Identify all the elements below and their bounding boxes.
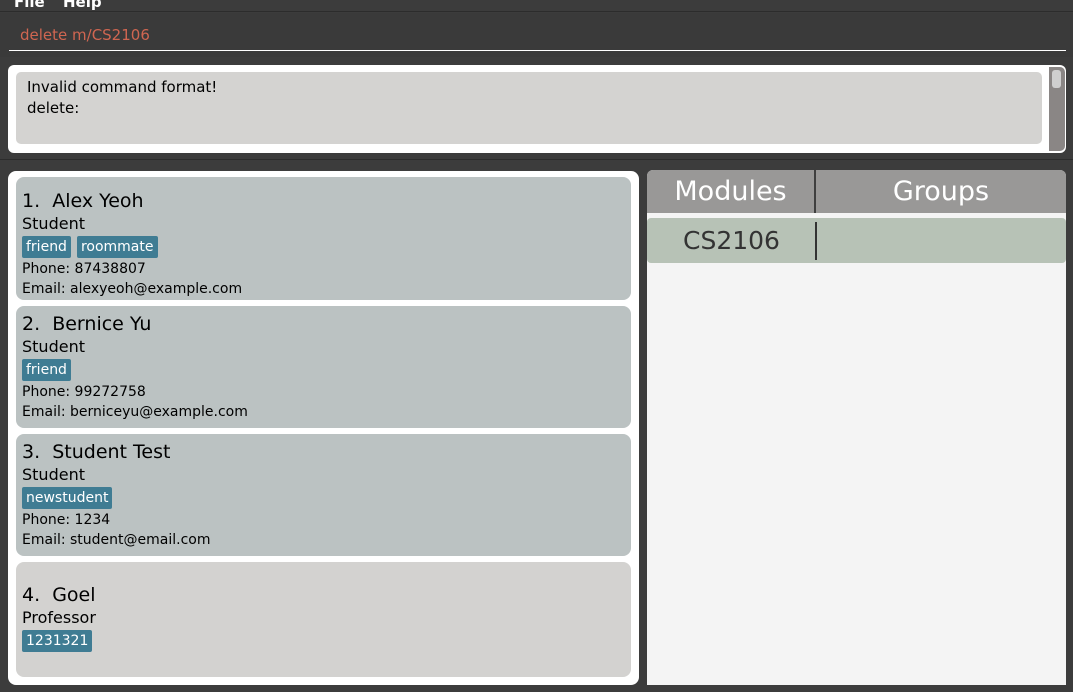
tag: roommate (76, 236, 158, 258)
column-header-modules[interactable]: Modules (647, 170, 816, 213)
tag-row: friend roommate (22, 235, 631, 259)
divider (0, 159, 1073, 160)
command-box (0, 13, 1073, 57)
tag: friend (22, 359, 71, 381)
result-line-2: delete: (27, 99, 80, 117)
tag: friend (22, 236, 71, 258)
result-line-1: Invalid command format! (27, 78, 218, 96)
module-cell: CS2106 (683, 226, 780, 255)
person-card[interactable]: 3. Student Test Student newstudent Phone… (16, 434, 631, 556)
tag-row: friend (22, 358, 631, 382)
person-email: Email: student@email.com (22, 532, 211, 548)
person-name: 3. Student Test (22, 441, 171, 463)
tag: newstudent (22, 487, 113, 509)
table-row[interactable]: CS2106 (647, 218, 1066, 263)
person-role: Student (22, 465, 85, 484)
module-table: Modules Groups CS2106 (647, 170, 1066, 685)
table-header: Modules Groups (647, 170, 1066, 213)
column-header-groups[interactable]: Groups (816, 170, 1066, 213)
tag: 1231321 (22, 630, 93, 652)
person-name: 4. Goel (22, 584, 96, 606)
menu-bar: File Help (0, 0, 1073, 12)
groups-cell (817, 218, 1066, 263)
person-card[interactable]: 1. Alex Yeoh Student friend roommate Pho… (16, 177, 631, 300)
person-email: Email: alexyeoh@example.com (22, 281, 243, 297)
person-card[interactable]: 4. Goel Professor 1231321 (16, 562, 631, 677)
person-phone: Phone: 87438807 (22, 261, 146, 277)
person-phone: Phone: 99272758 (22, 384, 146, 400)
person-role: Student (22, 337, 85, 356)
scroll-thumb[interactable] (1052, 70, 1061, 88)
menu-file[interactable]: File (14, 0, 45, 11)
person-card[interactable]: 2. Bernice Yu Student friend Phone: 9927… (16, 306, 631, 428)
person-email: Email: berniceyu@example.com (22, 404, 248, 420)
person-phone: Phone: 1234 (22, 512, 111, 528)
person-name: 2. Bernice Yu (22, 313, 152, 335)
command-input[interactable] (9, 19, 1066, 51)
person-role: Student (22, 214, 85, 233)
menu-help[interactable]: Help (63, 0, 102, 11)
person-role: Professor (22, 608, 96, 627)
person-name: 1. Alex Yeoh (22, 190, 144, 212)
person-list-panel: 1. Alex Yeoh Student friend roommate Pho… (8, 171, 639, 685)
result-display: Invalid command format! delete: (8, 65, 1066, 153)
tag-row: 1231321 (22, 629, 631, 653)
result-text-area[interactable]: Invalid command format! delete: (16, 72, 1042, 144)
result-scrollbar[interactable] (1049, 67, 1065, 151)
tag-row: newstudent (22, 486, 631, 510)
